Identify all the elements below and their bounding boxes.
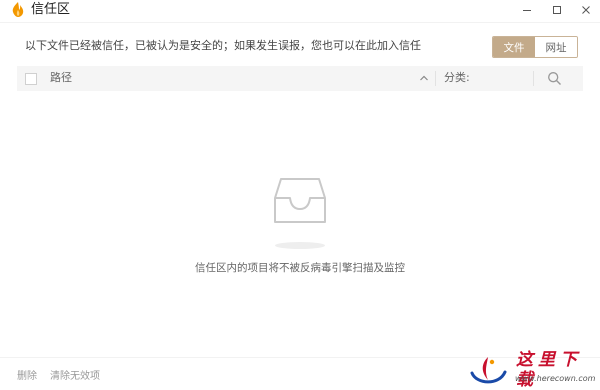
column-divider — [533, 71, 534, 86]
app-logo-icon — [12, 2, 24, 17]
tab-file[interactable]: 文件 — [493, 37, 535, 57]
table-header: 路径 分类: — [17, 66, 583, 91]
minimize-icon — [523, 9, 531, 11]
select-all-checkbox[interactable] — [25, 73, 37, 85]
watermark-name: 这里下载 — [516, 350, 582, 390]
close-icon — [582, 5, 590, 14]
title-divider — [0, 22, 600, 23]
trust-type-tabs: 文件 网址 — [492, 36, 578, 58]
trust-notice: 以下文件已经被信任，已被认为是安全的；如果发生误报，您也可以在此加入信任 — [25, 39, 421, 52]
column-category[interactable]: 分类: — [444, 71, 470, 85]
footer-divider — [0, 357, 600, 358]
clear-invalid-button[interactable]: 清除无效项 — [50, 370, 100, 383]
empty-inbox-icon — [274, 178, 326, 223]
title-bar: 信任区 — [0, 0, 600, 19]
column-path[interactable]: 路径 — [50, 71, 72, 85]
maximize-button[interactable] — [546, 0, 568, 19]
delete-button[interactable]: 删除 — [17, 370, 37, 383]
sort-up-icon[interactable] — [418, 71, 430, 85]
maximize-icon — [553, 5, 561, 14]
watermark-logo-icon — [470, 357, 507, 384]
search-icon[interactable] — [547, 71, 562, 86]
window-title: 信任区 — [31, 2, 71, 17]
minimize-button[interactable] — [516, 0, 538, 19]
empty-icon-shadow — [275, 242, 325, 249]
empty-state-message: 信任区内的项目将不被反病毒引擎扫描及监控 — [195, 262, 405, 274]
column-divider — [435, 71, 436, 86]
tab-url[interactable]: 网址 — [535, 37, 577, 57]
watermark-url: www.herecown.com — [515, 374, 596, 383]
close-button[interactable] — [575, 0, 597, 19]
